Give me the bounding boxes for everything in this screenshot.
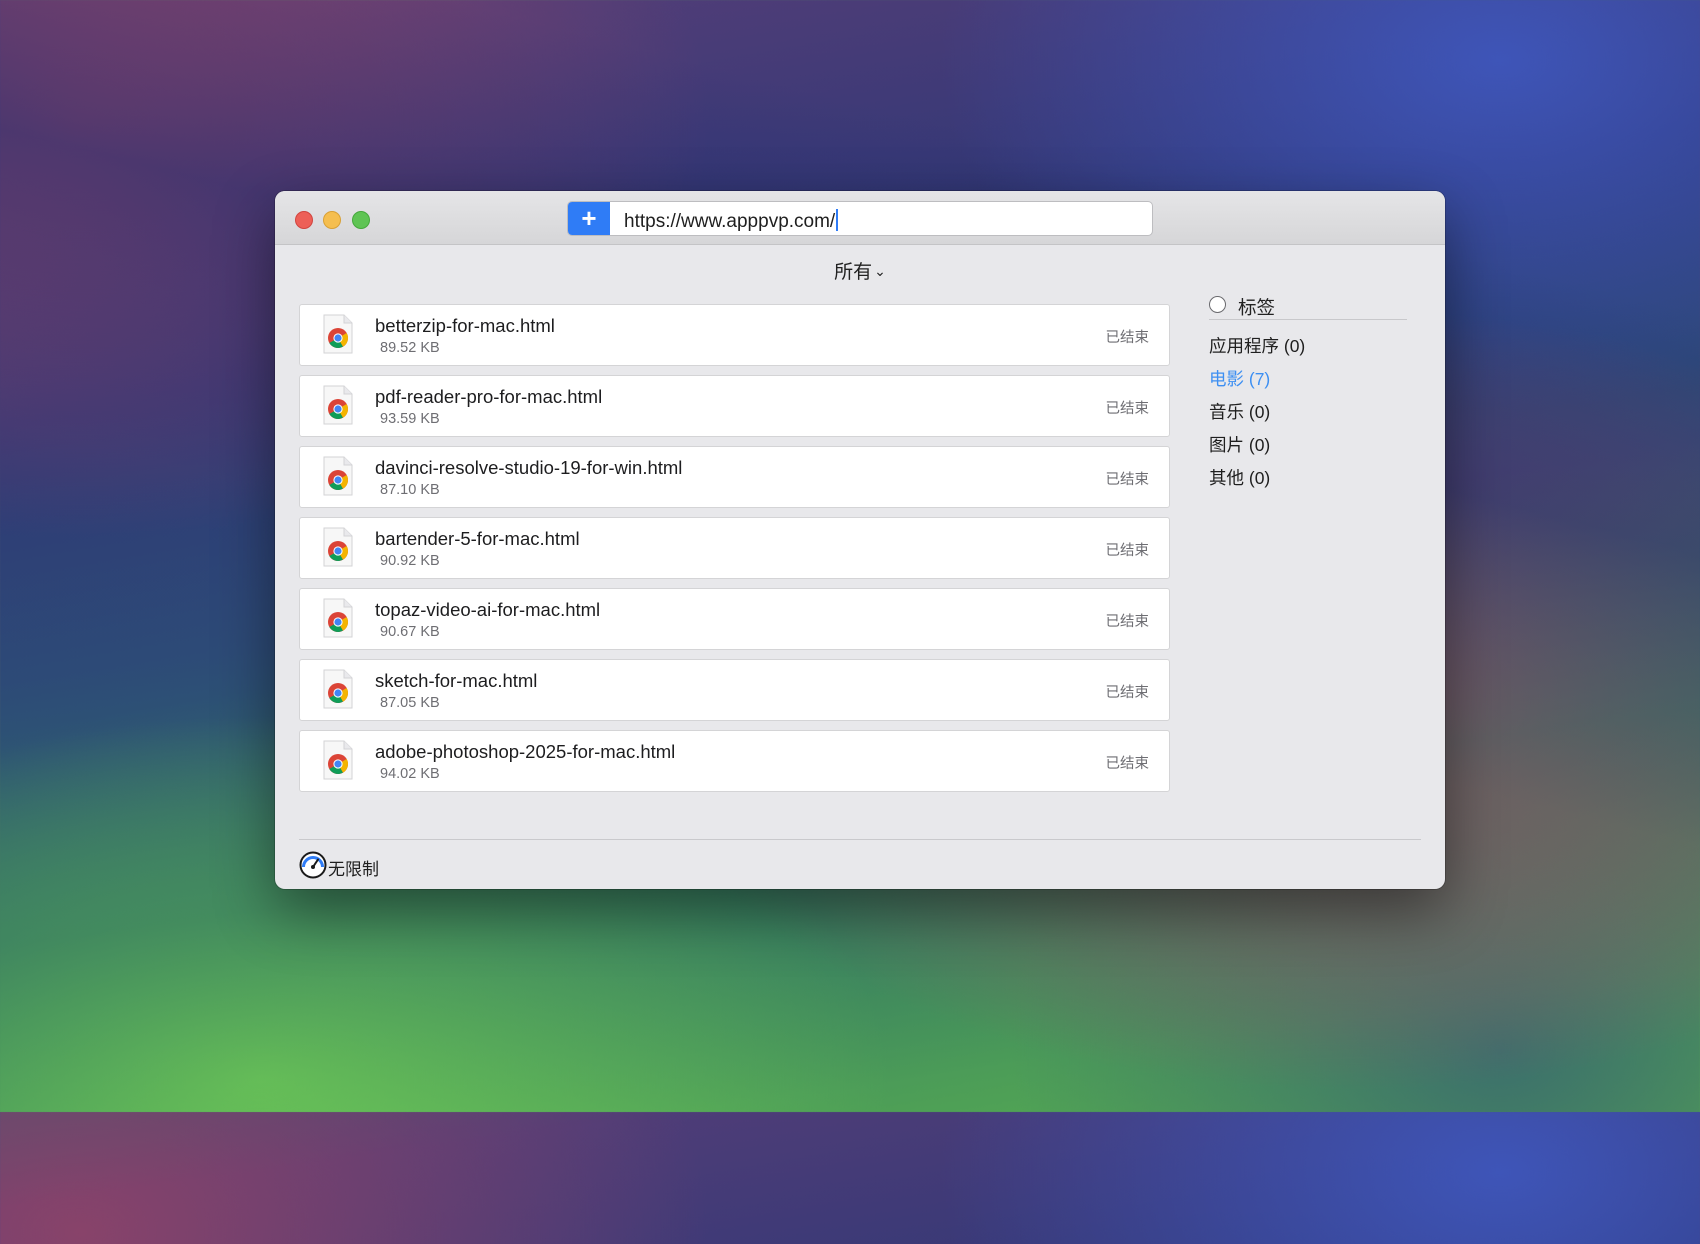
category-item[interactable]: 电影 (7) [1209,363,1409,396]
close-window-button[interactable] [295,211,313,229]
zoom-window-button[interactable] [352,211,370,229]
filter-label: 所有 [834,262,873,283]
download-status: 已结束 [1105,685,1150,701]
download-row[interactable]: pdf-reader-pro-for-mac.html 93.59 KB 已结束 [299,375,1170,437]
download-row[interactable]: sketch-for-mac.html 87.05 KB 已结束 [299,659,1170,721]
plus-icon: + [581,203,597,233]
download-row[interactable]: davinci-resolve-studio-19-for-win.html 87… [299,446,1170,508]
file-size: 90.67 KB [380,624,440,640]
download-row[interactable]: betterzip-for-mac.html 89.52 KB 已结束 [299,304,1170,366]
category-item[interactable]: 图片 (0) [1209,429,1409,462]
tags-header[interactable]: 标签 [1209,293,1407,320]
chrome-html-file-icon [323,456,353,496]
url-value: https://www.apppvp.com/ [624,211,836,232]
download-status: 已结束 [1105,543,1150,559]
file-size: 87.10 KB [380,482,440,498]
downloader-window: + https://www.apppvp.com/ 所有 ⌄ betterzip-… [275,191,1445,889]
chrome-html-file-icon [323,598,353,638]
download-status: 已结束 [1105,472,1150,488]
chrome-html-file-icon [323,669,353,709]
category-sidebar: 标签 应用程序 (0) 电影 (7) 音乐 (0) 图片 (0) 其他 (0) [1209,293,1409,495]
tags-label: 标签 [1238,297,1276,318]
file-name: pdf-reader-pro-for-mac.html [375,386,603,407]
download-row[interactable]: adobe-photoshop-2025-for-mac.html 94.02 K… [299,730,1170,792]
download-status: 已结束 [1105,756,1150,772]
file-name: bartender-5-for-mac.html [375,528,580,549]
file-size: 93.59 KB [380,411,440,427]
speedometer-icon [299,851,327,879]
title-bar: + https://www.apppvp.com/ [275,191,1445,245]
add-download-button[interactable]: + [568,202,610,235]
minimize-window-button[interactable] [323,211,341,229]
url-field-container: + https://www.apppvp.com/ [567,201,1153,236]
file-size: 90.92 KB [380,553,440,569]
download-status: 已结束 [1105,330,1150,346]
chrome-html-file-icon [323,385,353,425]
footer-divider [299,839,1421,840]
chevron-down-icon: ⌄ [874,263,886,279]
category-item[interactable]: 应用程序 (0) [1209,330,1409,363]
chrome-html-file-icon [323,314,353,354]
download-status: 已结束 [1105,614,1150,630]
chrome-html-file-icon [323,740,353,780]
file-name: adobe-photoshop-2025-for-mac.html [375,741,676,762]
download-row[interactable]: topaz-video-ai-for-mac.html 90.67 KB 已结束 [299,588,1170,650]
file-name: topaz-video-ai-for-mac.html [375,599,601,620]
chrome-html-file-icon [323,527,353,567]
file-size: 89.52 KB [380,340,440,356]
file-size: 87.05 KB [380,695,440,711]
text-caret [836,209,839,231]
download-row[interactable]: bartender-5-for-mac.html 90.92 KB 已结束 [299,517,1170,579]
category-item[interactable]: 其他 (0) [1209,462,1409,495]
filter-dropdown[interactable]: 所有 ⌄ [275,257,1445,284]
download-status: 已结束 [1105,401,1150,417]
download-list: betterzip-for-mac.html 89.52 KB 已结束 pdf-rea… [299,304,1170,801]
file-name: davinci-resolve-studio-19-for-win.html [375,457,683,478]
category-list: 应用程序 (0) 电影 (7) 音乐 (0) 图片 (0) 其他 (0) [1209,330,1409,495]
tags-radio-button[interactable] [1209,296,1226,313]
url-input[interactable]: https://www.apppvp.com/ [624,209,839,233]
file-name: sketch-for-mac.html [375,670,538,691]
speed-limit-label: 无限制 [328,860,379,879]
file-name: betterzip-for-mac.html [375,315,555,336]
category-item[interactable]: 音乐 (0) [1209,396,1409,429]
file-size: 94.02 KB [380,766,440,782]
